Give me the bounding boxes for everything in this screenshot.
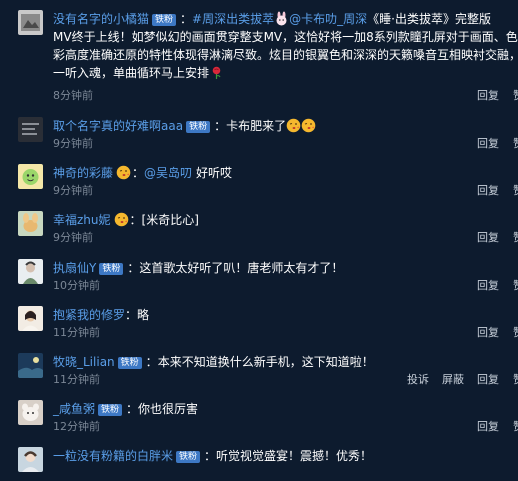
like-button[interactable]: 赞: [513, 279, 518, 292]
username[interactable]: 神奇的彩藤: [53, 166, 113, 180]
user-avatar[interactable]: [18, 306, 43, 331]
username[interactable]: 没有名字的小橘猫: [53, 12, 149, 26]
kiss-emoji-icon: [301, 118, 316, 133]
comment-text: 这首歌太好听了叭！唐老师太有才了！: [139, 261, 344, 275]
reply-button[interactable]: 回复: [477, 373, 499, 386]
user-avatar[interactable]: [18, 117, 43, 142]
reply-button[interactable]: 回复: [477, 137, 499, 150]
fan-badge: 铁粉: [117, 357, 142, 369]
like-button[interactable]: 赞: [513, 373, 518, 386]
timestamp: 8分钟前: [53, 89, 93, 102]
comment-text: 你也很厉害: [138, 402, 199, 416]
username[interactable]: 抱紧我的修罗: [53, 308, 125, 322]
comment-text: 卡布肥来了: [226, 119, 287, 133]
like-button[interactable]: 赞: [513, 326, 518, 339]
reply-button[interactable]: 回复: [477, 326, 499, 339]
report-button[interactable]: 投诉: [407, 373, 429, 386]
username[interactable]: 执扇仙Y: [53, 261, 96, 275]
mention-link[interactable]: @卡布叻_周深: [289, 12, 367, 26]
like-button[interactable]: 赞: [513, 420, 518, 433]
comment-text: MV终于上线！如梦似幻的画面贯穿整支MV，这恰好将一加8系列款瞳孔屏对于画面、色: [53, 30, 518, 44]
reply-button[interactable]: 回复: [477, 231, 499, 244]
like-button[interactable]: 赞: [513, 89, 518, 102]
fan-badge: 铁粉: [176, 451, 201, 463]
timestamp: 11分钟前: [53, 373, 100, 386]
kiss-emoji-icon: [286, 118, 301, 133]
username[interactable]: 取个名字真的好难啊aaa: [53, 119, 183, 133]
fan-badge: 铁粉: [186, 121, 211, 133]
user-avatar[interactable]: [18, 400, 43, 425]
username[interactable]: 幸福zhu妮: [53, 213, 111, 227]
timestamp: 9分钟前: [53, 231, 93, 244]
timestamp: 9分钟前: [53, 184, 93, 197]
block-button[interactable]: 屏蔽: [442, 373, 464, 386]
comment-text: 一听入魂，单曲循环马上安排: [53, 66, 210, 80]
comment-text: 略: [137, 308, 150, 322]
timestamp: 11分钟前: [53, 326, 100, 339]
username[interactable]: 一粒没有粉籍的白胖米: [53, 449, 173, 463]
fan-badge: 铁粉: [99, 263, 124, 275]
kiss-emoji-icon: [114, 212, 129, 227]
comment-text: [米奇比心]: [141, 213, 199, 227]
reply-button[interactable]: 回复: [477, 279, 499, 292]
fan-badge: 铁粉: [152, 14, 177, 26]
timestamp: 9分钟前: [53, 137, 93, 150]
fan-badge: 铁粉: [98, 404, 123, 416]
reply-button[interactable]: 回复: [477, 89, 499, 102]
timestamp: 10分钟前: [53, 279, 100, 292]
like-button[interactable]: 赞: [513, 137, 518, 150]
reply-button[interactable]: 回复: [477, 184, 499, 197]
comment-text: 《睡·出类拔萃》完整版: [367, 12, 491, 26]
user-avatar[interactable]: [18, 211, 43, 236]
user-avatar[interactable]: [18, 164, 43, 189]
comment-text: 好听哎: [196, 166, 233, 180]
username[interactable]: 牧晓_Lilian: [53, 355, 115, 369]
user-avatar[interactable]: [18, 353, 43, 378]
user-avatar[interactable]: [18, 259, 43, 284]
mention-link[interactable]: @吴岛叨: [144, 166, 192, 180]
rose-emoji-icon: [209, 65, 224, 80]
comment-text: 彩高度准确还原的特性体现得淋漓尽致。炫目的银翼色和深深的天籁嗓音互相映衬交融，: [53, 48, 518, 62]
reply-button[interactable]: 回复: [477, 420, 499, 433]
like-button[interactable]: 赞: [513, 231, 518, 244]
user-avatar[interactable]: [18, 10, 43, 35]
hashtag-link[interactable]: #周深出类拔萃: [192, 12, 274, 26]
like-button[interactable]: 赞: [513, 184, 518, 197]
comment-feed: 没有名字的小橘猫 铁粉 ：#周深出类拔萃 @卡布叻_周深《睡·出类拔萃》完整版 MV终…: [0, 0, 518, 481]
comment-text: 本来不知道换什么新手机，这下知道啦！: [157, 355, 374, 369]
username[interactable]: _咸鱼粥: [53, 402, 95, 416]
kiss-emoji-icon: [116, 165, 131, 180]
timestamp: 12分钟前: [53, 420, 100, 433]
comment-text: 听觉视觉盛宴！震撼！优秀！: [216, 449, 373, 463]
bunny-emoji-icon: [274, 11, 289, 26]
user-avatar[interactable]: [18, 447, 43, 472]
